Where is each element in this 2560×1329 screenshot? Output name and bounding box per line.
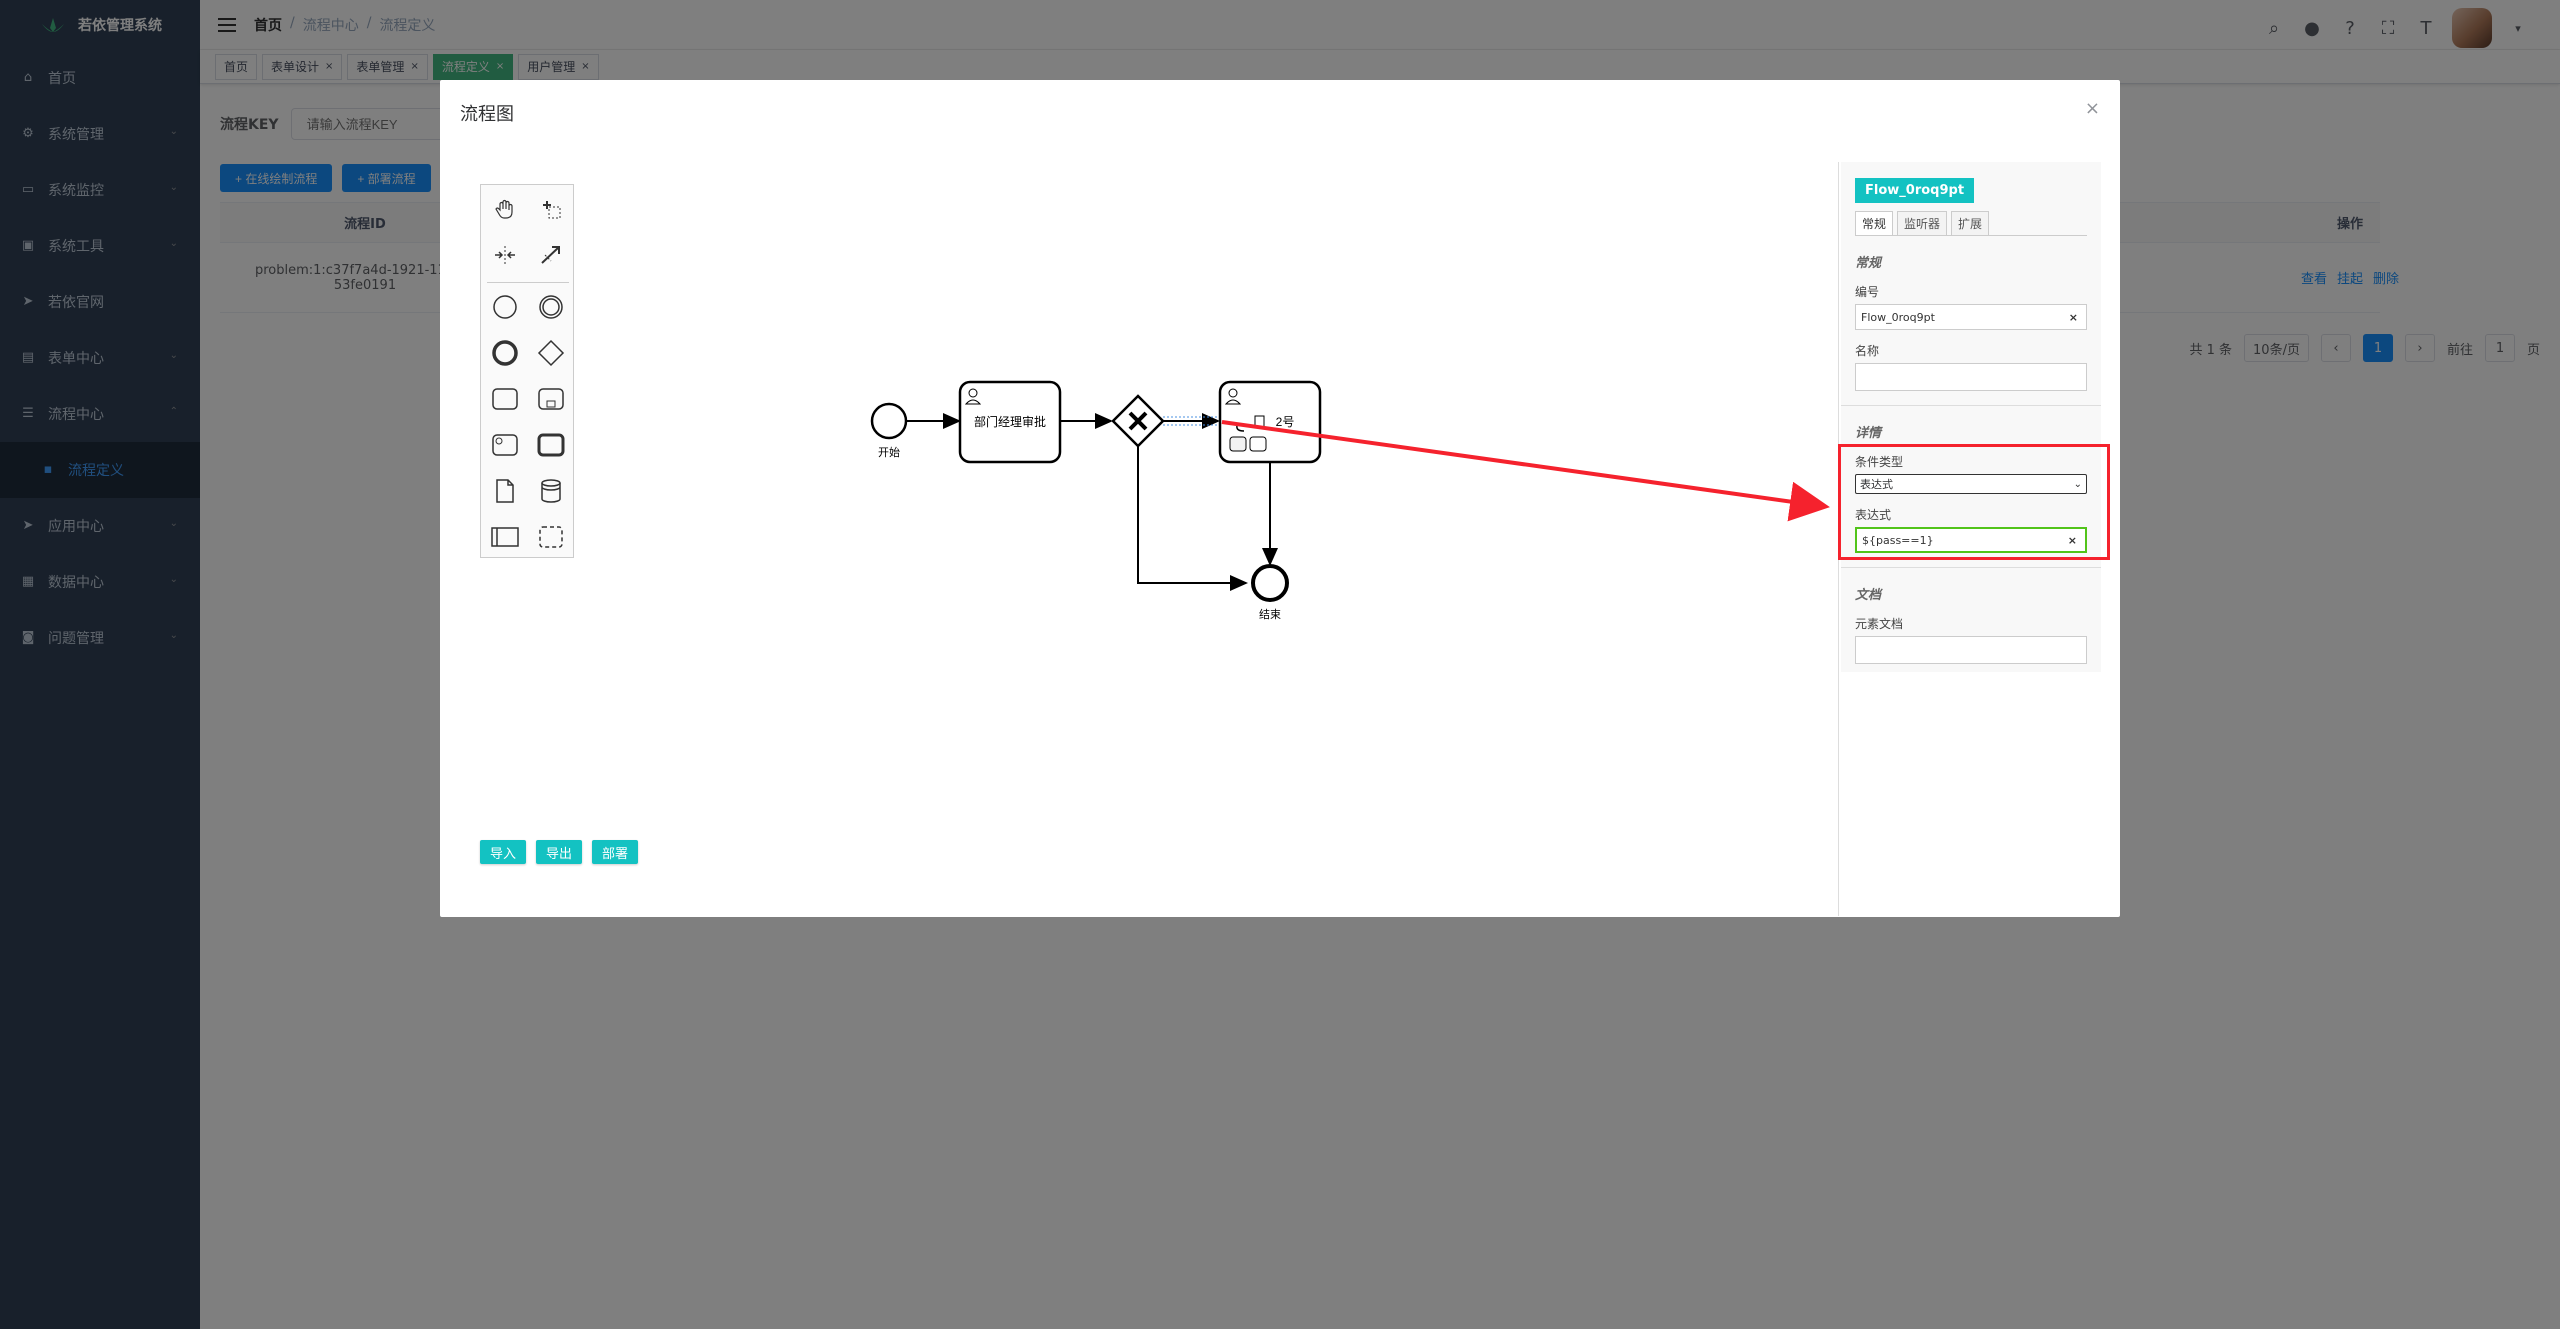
annotation-overlay: [1221, 420, 1830, 522]
annotation-arrow: [1221, 420, 1830, 522]
